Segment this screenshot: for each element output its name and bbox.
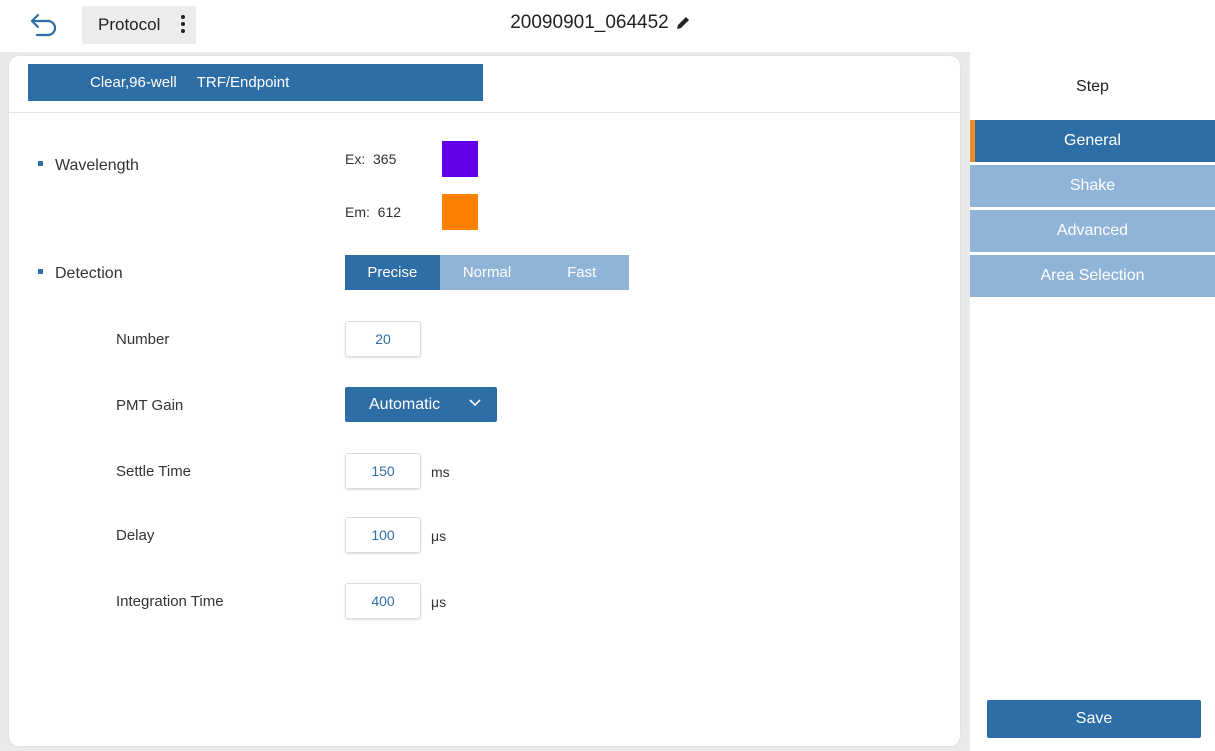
more-vert-icon [180,15,186,35]
step-advanced-tab[interactable]: Advanced [970,210,1215,252]
measurement-tag-bar: Clear,96-well TRF/Endpoint [28,64,483,101]
detection-mode-selector: Precise Normal Fast [345,255,630,290]
protocol-menu-button[interactable]: Protocol [82,6,196,44]
divider [9,112,960,113]
step-panel: Step General Shake Advanced Area Selecti… [970,52,1215,751]
detection-label: Detection [38,265,123,283]
wavelength-label: Wavelength [38,157,139,175]
chevron-down-icon [469,399,481,407]
ex-wavelength: Ex: 365 [345,151,397,167]
delay-label: Delay [116,527,155,544]
read-mode: TRF/Endpoint [196,74,290,91]
settle-time-unit: ms [431,464,450,480]
number-label: Number [116,331,170,348]
protocol-label: Protocol [98,15,161,34]
plate-type: Clear,96-well [90,74,177,91]
top-bar: Protocol 20090901_064452 [0,0,1215,52]
ex-color-swatch [442,141,478,177]
detection-precise-button[interactable]: Precise [345,255,440,290]
settings-card: Clear,96-well TRF/Endpoint Wavelength Ex… [9,56,960,746]
integration-time-label: Integration Time [116,593,224,610]
step-shake-tab[interactable]: Shake [970,165,1215,207]
settle-time-input[interactable]: 150 [345,453,421,489]
integration-time-unit: μs [431,594,447,610]
bullet-icon [38,161,43,167]
em-color-swatch [442,194,478,230]
back-button[interactable] [24,8,64,42]
detection-fast-button[interactable]: Fast [534,255,630,290]
back-arrow-icon [30,13,57,37]
protocol-title-text: 20090901_064452 [510,12,669,33]
pmt-gain-value: Automatic [369,395,441,413]
pmt-gain-dropdown[interactable]: Automatic [345,387,497,422]
number-input[interactable]: 20 [345,321,421,357]
active-indicator [970,120,975,162]
step-panel-title: Step [1076,78,1109,95]
pencil-icon [676,17,689,29]
bullet-icon [38,269,43,275]
step-general-tab[interactable]: General [970,120,1215,162]
step-area-selection-tab[interactable]: Area Selection [970,255,1215,297]
settle-time-label: Settle Time [116,463,192,480]
protocol-title[interactable]: 20090901_064452 [510,12,691,34]
delay-input[interactable]: 100 [345,517,421,553]
pmt-gain-label: PMT Gain [116,397,184,414]
em-wavelength: Em: 612 [345,204,402,220]
integration-time-input[interactable]: 400 [345,583,421,619]
delay-unit: μs [431,528,447,544]
save-button[interactable]: Save [987,700,1201,738]
detection-normal-button[interactable]: Normal [439,255,535,290]
